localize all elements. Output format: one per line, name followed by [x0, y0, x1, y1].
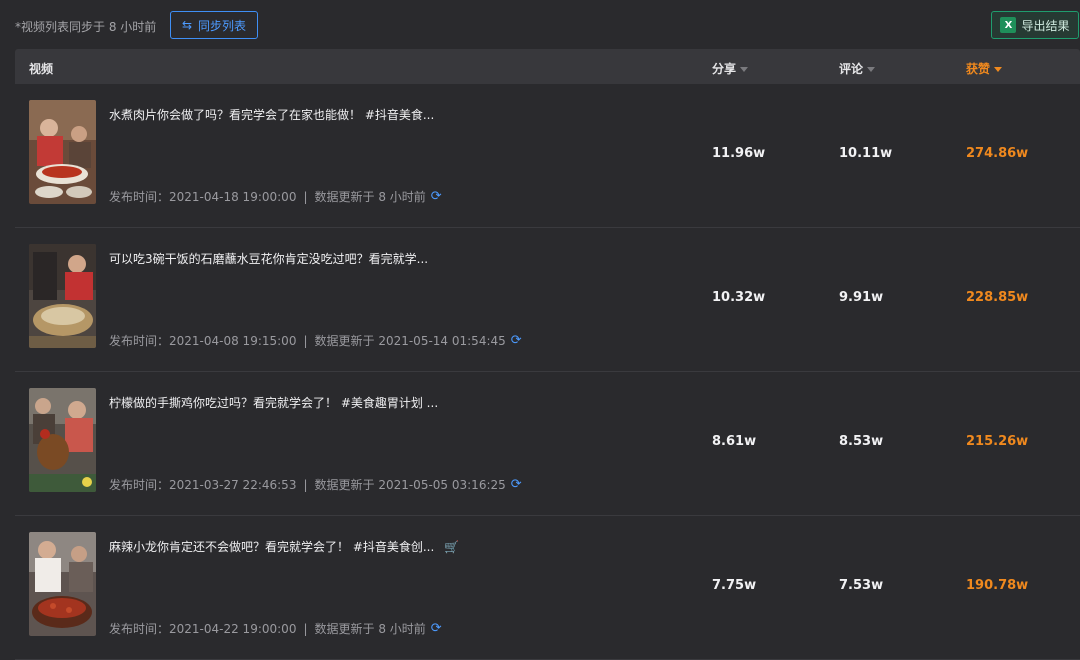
likes-count: 190.78w	[966, 578, 1029, 593]
video-thumbnail[interactable]	[29, 244, 96, 348]
meta-separator: |	[303, 333, 308, 348]
video-meta: 发布时间：2021-03-27 22:46:53 | 数据更新于 2021-05…	[109, 476, 522, 493]
column-header-share[interactable]: 分享	[712, 60, 749, 77]
video-meta: 发布时间：2021-04-08 19:15:00 | 数据更新于 2021-05…	[109, 332, 522, 349]
column-header-video: 视频	[29, 60, 53, 77]
column-comment-label: 评论	[839, 62, 864, 76]
share-count: 11.96w	[712, 146, 766, 161]
video-meta: 发布时间：2021-04-22 19:00:00 | 数据更新于 8 小时前 ⟳	[109, 620, 442, 637]
video-title[interactable]: 柠檬做的手撕鸡你吃过吗？看完就学会了！ #美食趣胃计划 ...	[109, 394, 438, 411]
swap-arrows-icon: ⇆	[181, 18, 193, 32]
caret-down-icon	[740, 66, 749, 72]
comment-count: 10.11w	[839, 146, 893, 161]
video-meta: 发布时间：2021-04-18 19:00:00 | 数据更新于 8 小时前 ⟳	[109, 188, 442, 205]
column-video-label: 视频	[29, 62, 54, 76]
meta-separator: |	[303, 477, 308, 492]
comment-count: 8.53w	[839, 434, 884, 449]
top-bar: *视频列表同步于 8 小时前 ⇆ 同步列表 X 导出结果	[0, 0, 1080, 50]
refresh-icon[interactable]: ⟳	[431, 622, 442, 635]
shopping-cart-icon[interactable]: 🛒	[444, 540, 459, 554]
data-updated-time: 数据更新于 8 小时前	[314, 190, 426, 204]
video-title-text: 麻辣小龙你肯定还不会做吧？看完就学会了！ #抖音美食创...	[109, 540, 435, 554]
caret-down-icon	[994, 66, 1003, 72]
data-updated-time: 数据更新于 2021-05-14 01:54:45	[314, 334, 506, 348]
comment-count: 7.53w	[839, 578, 884, 593]
table-header: 视频 分享 评论 获赞	[15, 49, 1080, 84]
refresh-icon[interactable]: ⟳	[511, 334, 522, 347]
video-title[interactable]: 麻辣小龙你肯定还不会做吧？看完就学会了！ #抖音美食创... 🛒	[109, 538, 459, 555]
share-count: 7.75w	[712, 578, 757, 593]
video-title-text: 柠檬做的手撕鸡你吃过吗？看完就学会了！ #美食趣胃计划 ...	[109, 396, 439, 410]
video-thumbnail[interactable]	[29, 100, 96, 204]
publish-time: 发布时间：2021-04-08 19:15:00	[109, 334, 297, 348]
meta-separator: |	[303, 189, 308, 204]
data-updated-time: 数据更新于 8 小时前	[314, 622, 426, 636]
video-title[interactable]: 可以吃3碗干饭的石磨蘸水豆花你肯定没吃过吧？看完就学...	[109, 250, 428, 267]
caret-down-icon	[867, 66, 876, 72]
video-title-text: 水煮肉片你会做了吗？看完学会了在家也能做！ #抖音美食...	[109, 108, 435, 122]
excel-icon: X	[1000, 17, 1017, 33]
export-results-button[interactable]: X 导出结果	[991, 11, 1079, 39]
column-header-comment[interactable]: 评论	[839, 60, 876, 77]
table-row[interactable]: 麻辣小龙你肯定还不会做吧？看完就学会了！ #抖音美食创... 🛒 发布时间：20…	[15, 516, 1080, 660]
likes-count: 274.86w	[966, 146, 1029, 161]
video-table: 水煮肉片你会做了吗？看完学会了在家也能做！ #抖音美食... 发布时间：2021…	[15, 84, 1080, 660]
table-row[interactable]: 可以吃3碗干饭的石磨蘸水豆花你肯定没吃过吧？看完就学... 发布时间：2021-…	[15, 228, 1080, 372]
publish-time: 发布时间：2021-03-27 22:46:53	[109, 478, 297, 492]
data-updated-time: 数据更新于 2021-05-05 03:16:25	[314, 478, 506, 492]
refresh-icon[interactable]: ⟳	[511, 478, 522, 491]
publish-time: 发布时间：2021-04-22 19:00:00	[109, 622, 297, 636]
publish-time: 发布时间：2021-04-18 19:00:00	[109, 190, 297, 204]
refresh-icon[interactable]: ⟳	[431, 190, 442, 203]
sync-note: *视频列表同步于 8 小时前	[15, 20, 157, 34]
likes-count: 228.85w	[966, 290, 1029, 305]
export-results-label: 导出结果	[1021, 18, 1070, 33]
share-count: 10.32w	[712, 290, 766, 305]
video-thumbnail[interactable]	[29, 532, 96, 636]
table-row[interactable]: 柠檬做的手撕鸡你吃过吗？看完就学会了！ #美食趣胃计划 ... 发布时间：202…	[15, 372, 1080, 516]
column-likes-label: 获赞	[966, 62, 991, 76]
video-thumbnail[interactable]	[29, 388, 96, 492]
video-title-text: 可以吃3碗干饭的石磨蘸水豆花你肯定没吃过吧？看完就学...	[109, 252, 429, 266]
column-share-label: 分享	[712, 62, 737, 76]
comment-count: 9.91w	[839, 290, 884, 305]
sync-list-button[interactable]: ⇆ 同步列表	[170, 11, 258, 39]
share-count: 8.61w	[712, 434, 757, 449]
likes-count: 215.26w	[966, 434, 1029, 449]
meta-separator: |	[303, 621, 308, 636]
video-title[interactable]: 水煮肉片你会做了吗？看完学会了在家也能做！ #抖音美食...	[109, 106, 434, 123]
sync-list-label: 同步列表	[198, 18, 247, 33]
column-header-likes[interactable]: 获赞	[966, 60, 1003, 77]
table-row[interactable]: 水煮肉片你会做了吗？看完学会了在家也能做！ #抖音美食... 发布时间：2021…	[15, 84, 1080, 228]
